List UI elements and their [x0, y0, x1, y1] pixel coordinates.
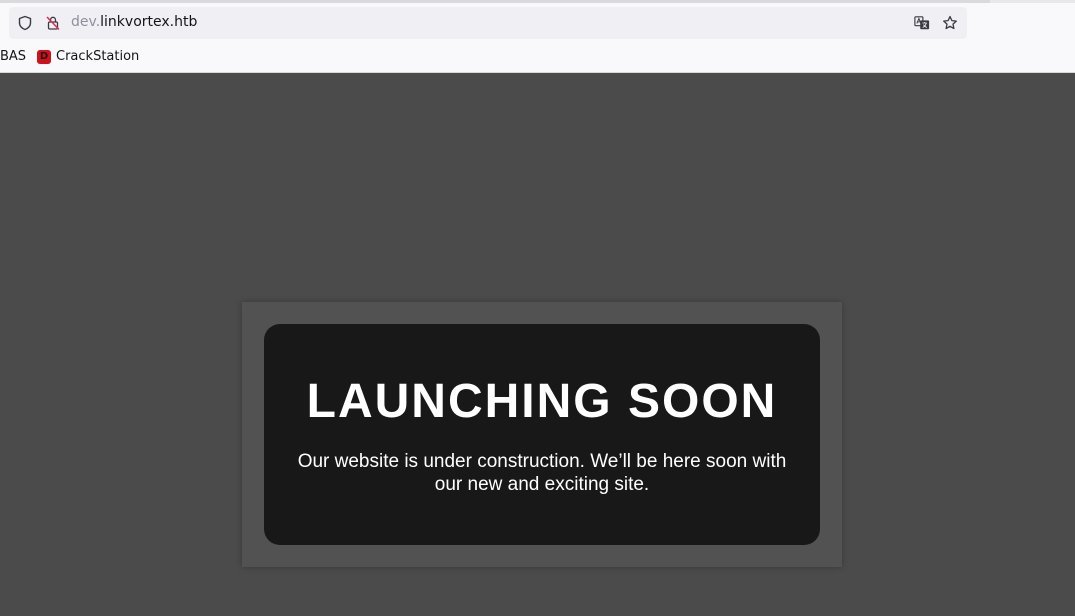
announcement-card: LAUNCHING SOON Our website is under cons…	[264, 324, 820, 545]
page-content: LAUNCHING SOON Our website is under cons…	[0, 74, 1075, 616]
url-text[interactable]: dev.linkvortex.htb	[71, 14, 197, 30]
bookmark-bas[interactable]: BAS	[0, 49, 26, 64]
crackstation-favicon-icon: D	[37, 49, 51, 64]
announcement-card-frame: LAUNCHING SOON Our website is under cons…	[242, 302, 842, 567]
insecure-connection-icon[interactable]	[45, 15, 61, 31]
bookmark-star-icon[interactable]	[942, 15, 958, 31]
favicon-letter: D	[39, 50, 49, 62]
translate-icon[interactable]	[914, 15, 930, 31]
bookmarks-toolbar: BAS D CrackStation	[0, 43, 1075, 73]
browser-toolbar: dev.linkvortex.htb	[0, 3, 1075, 43]
bookmark-crackstation[interactable]: D CrackStation	[37, 49, 139, 64]
address-bar[interactable]: dev.linkvortex.htb	[9, 7, 967, 39]
bookmark-label: CrackStation	[56, 49, 140, 64]
url-subdomain: dev.	[71, 14, 101, 30]
shield-icon[interactable]	[17, 15, 33, 31]
bookmark-label: BAS	[0, 49, 27, 64]
page-title: LAUNCHING SOON	[306, 375, 778, 428]
construction-message: Our website is under construction. We’ll…	[297, 451, 787, 495]
url-domain: linkvortex.htb	[100, 14, 198, 30]
